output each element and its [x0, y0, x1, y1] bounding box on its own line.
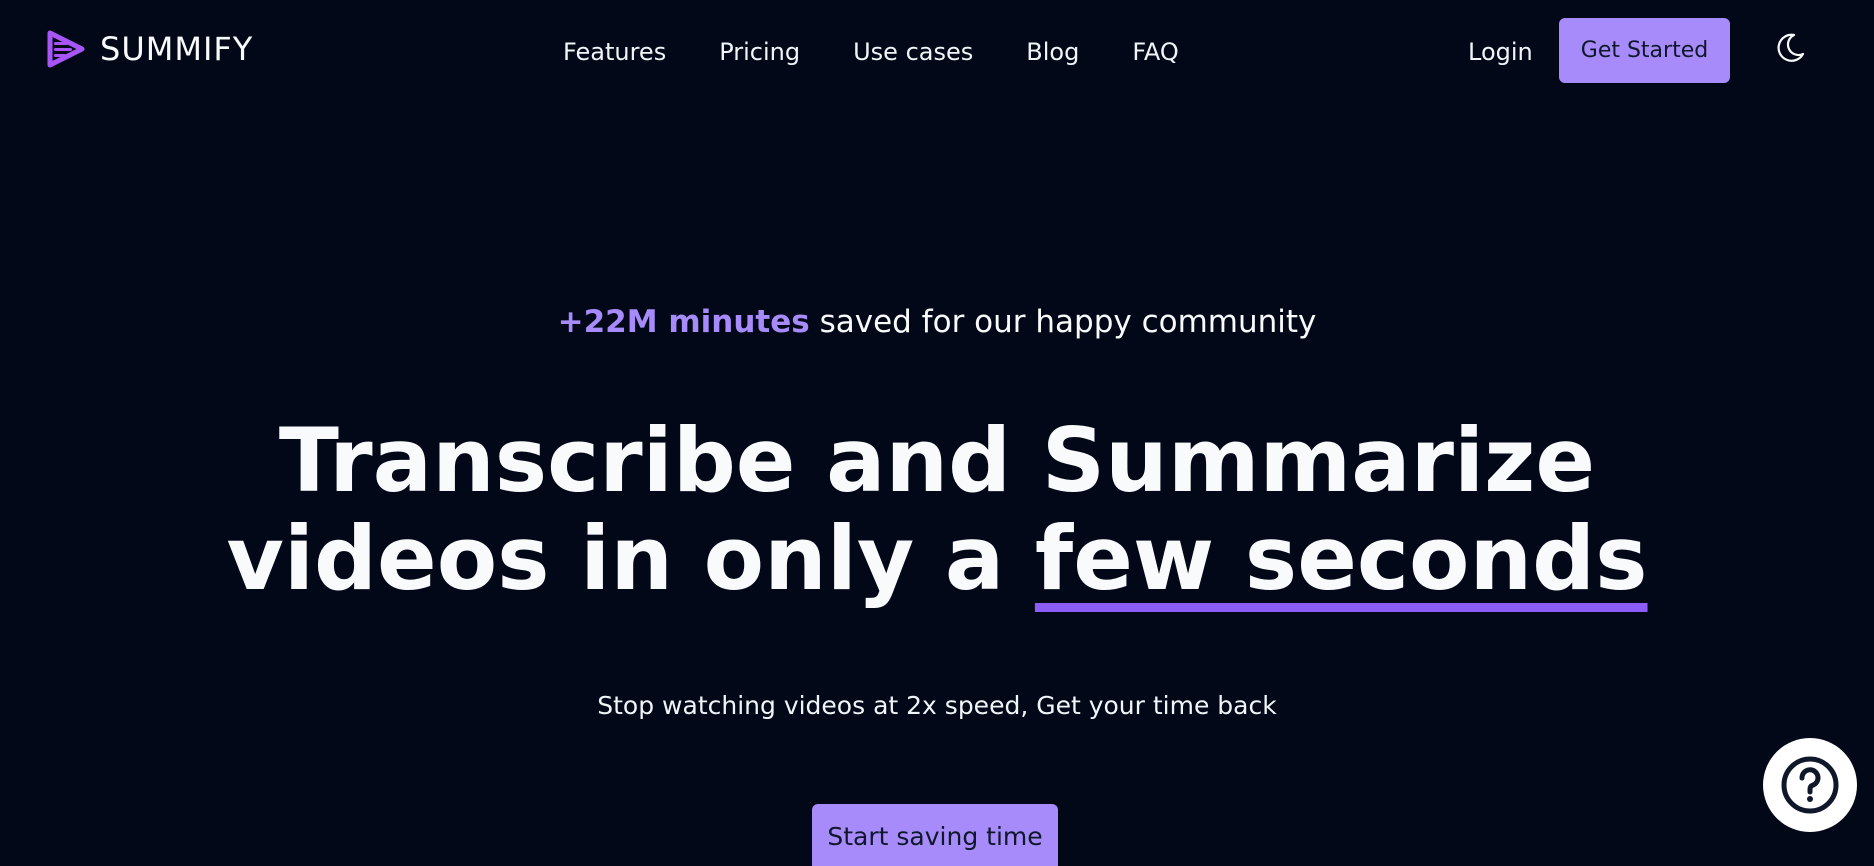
question-circle-icon — [1781, 756, 1839, 814]
login-link[interactable]: Login — [1468, 34, 1533, 70]
hero-subheadline: Stop watching videos at 2x speed, Get yo… — [597, 691, 1277, 720]
hero-headline: Transcribe and Summarize videos in only … — [0, 412, 1874, 608]
help-button[interactable] — [1763, 738, 1857, 832]
landing-page: SUMMIFY Features Pricing Use cases Blog … — [0, 0, 1874, 866]
start-saving-time-button[interactable]: Start saving time — [812, 804, 1058, 866]
play-logo-icon — [47, 30, 85, 68]
main-nav-links: Features Pricing Use cases Blog FAQ — [563, 34, 1179, 70]
nav-link-faq[interactable]: FAQ — [1132, 34, 1179, 70]
brand-name: SUMMIFY — [100, 30, 254, 68]
headline-line-2: videos in only a — [226, 507, 1035, 610]
headline-line-1: Transcribe and Summarize — [278, 409, 1596, 512]
hero-tagline: +22M minutes saved for our happy communi… — [0, 300, 1874, 344]
minutes-saved-stat: +22M minutes — [557, 304, 810, 340]
nav-link-use-cases[interactable]: Use cases — [853, 34, 973, 70]
nav-link-pricing[interactable]: Pricing — [719, 34, 800, 70]
brand-logo-link[interactable]: SUMMIFY — [44, 28, 253, 70]
headline-highlight: few seconds — [1034, 507, 1648, 610]
nav-link-blog[interactable]: Blog — [1026, 34, 1079, 70]
moon-icon[interactable] — [1772, 30, 1808, 66]
tagline-text: saved for our happy community — [809, 304, 1317, 340]
get-started-button[interactable]: Get Started — [1559, 18, 1730, 83]
top-navigation: SUMMIFY Features Pricing Use cases Blog … — [0, 0, 1874, 104]
nav-link-features[interactable]: Features — [563, 34, 666, 70]
